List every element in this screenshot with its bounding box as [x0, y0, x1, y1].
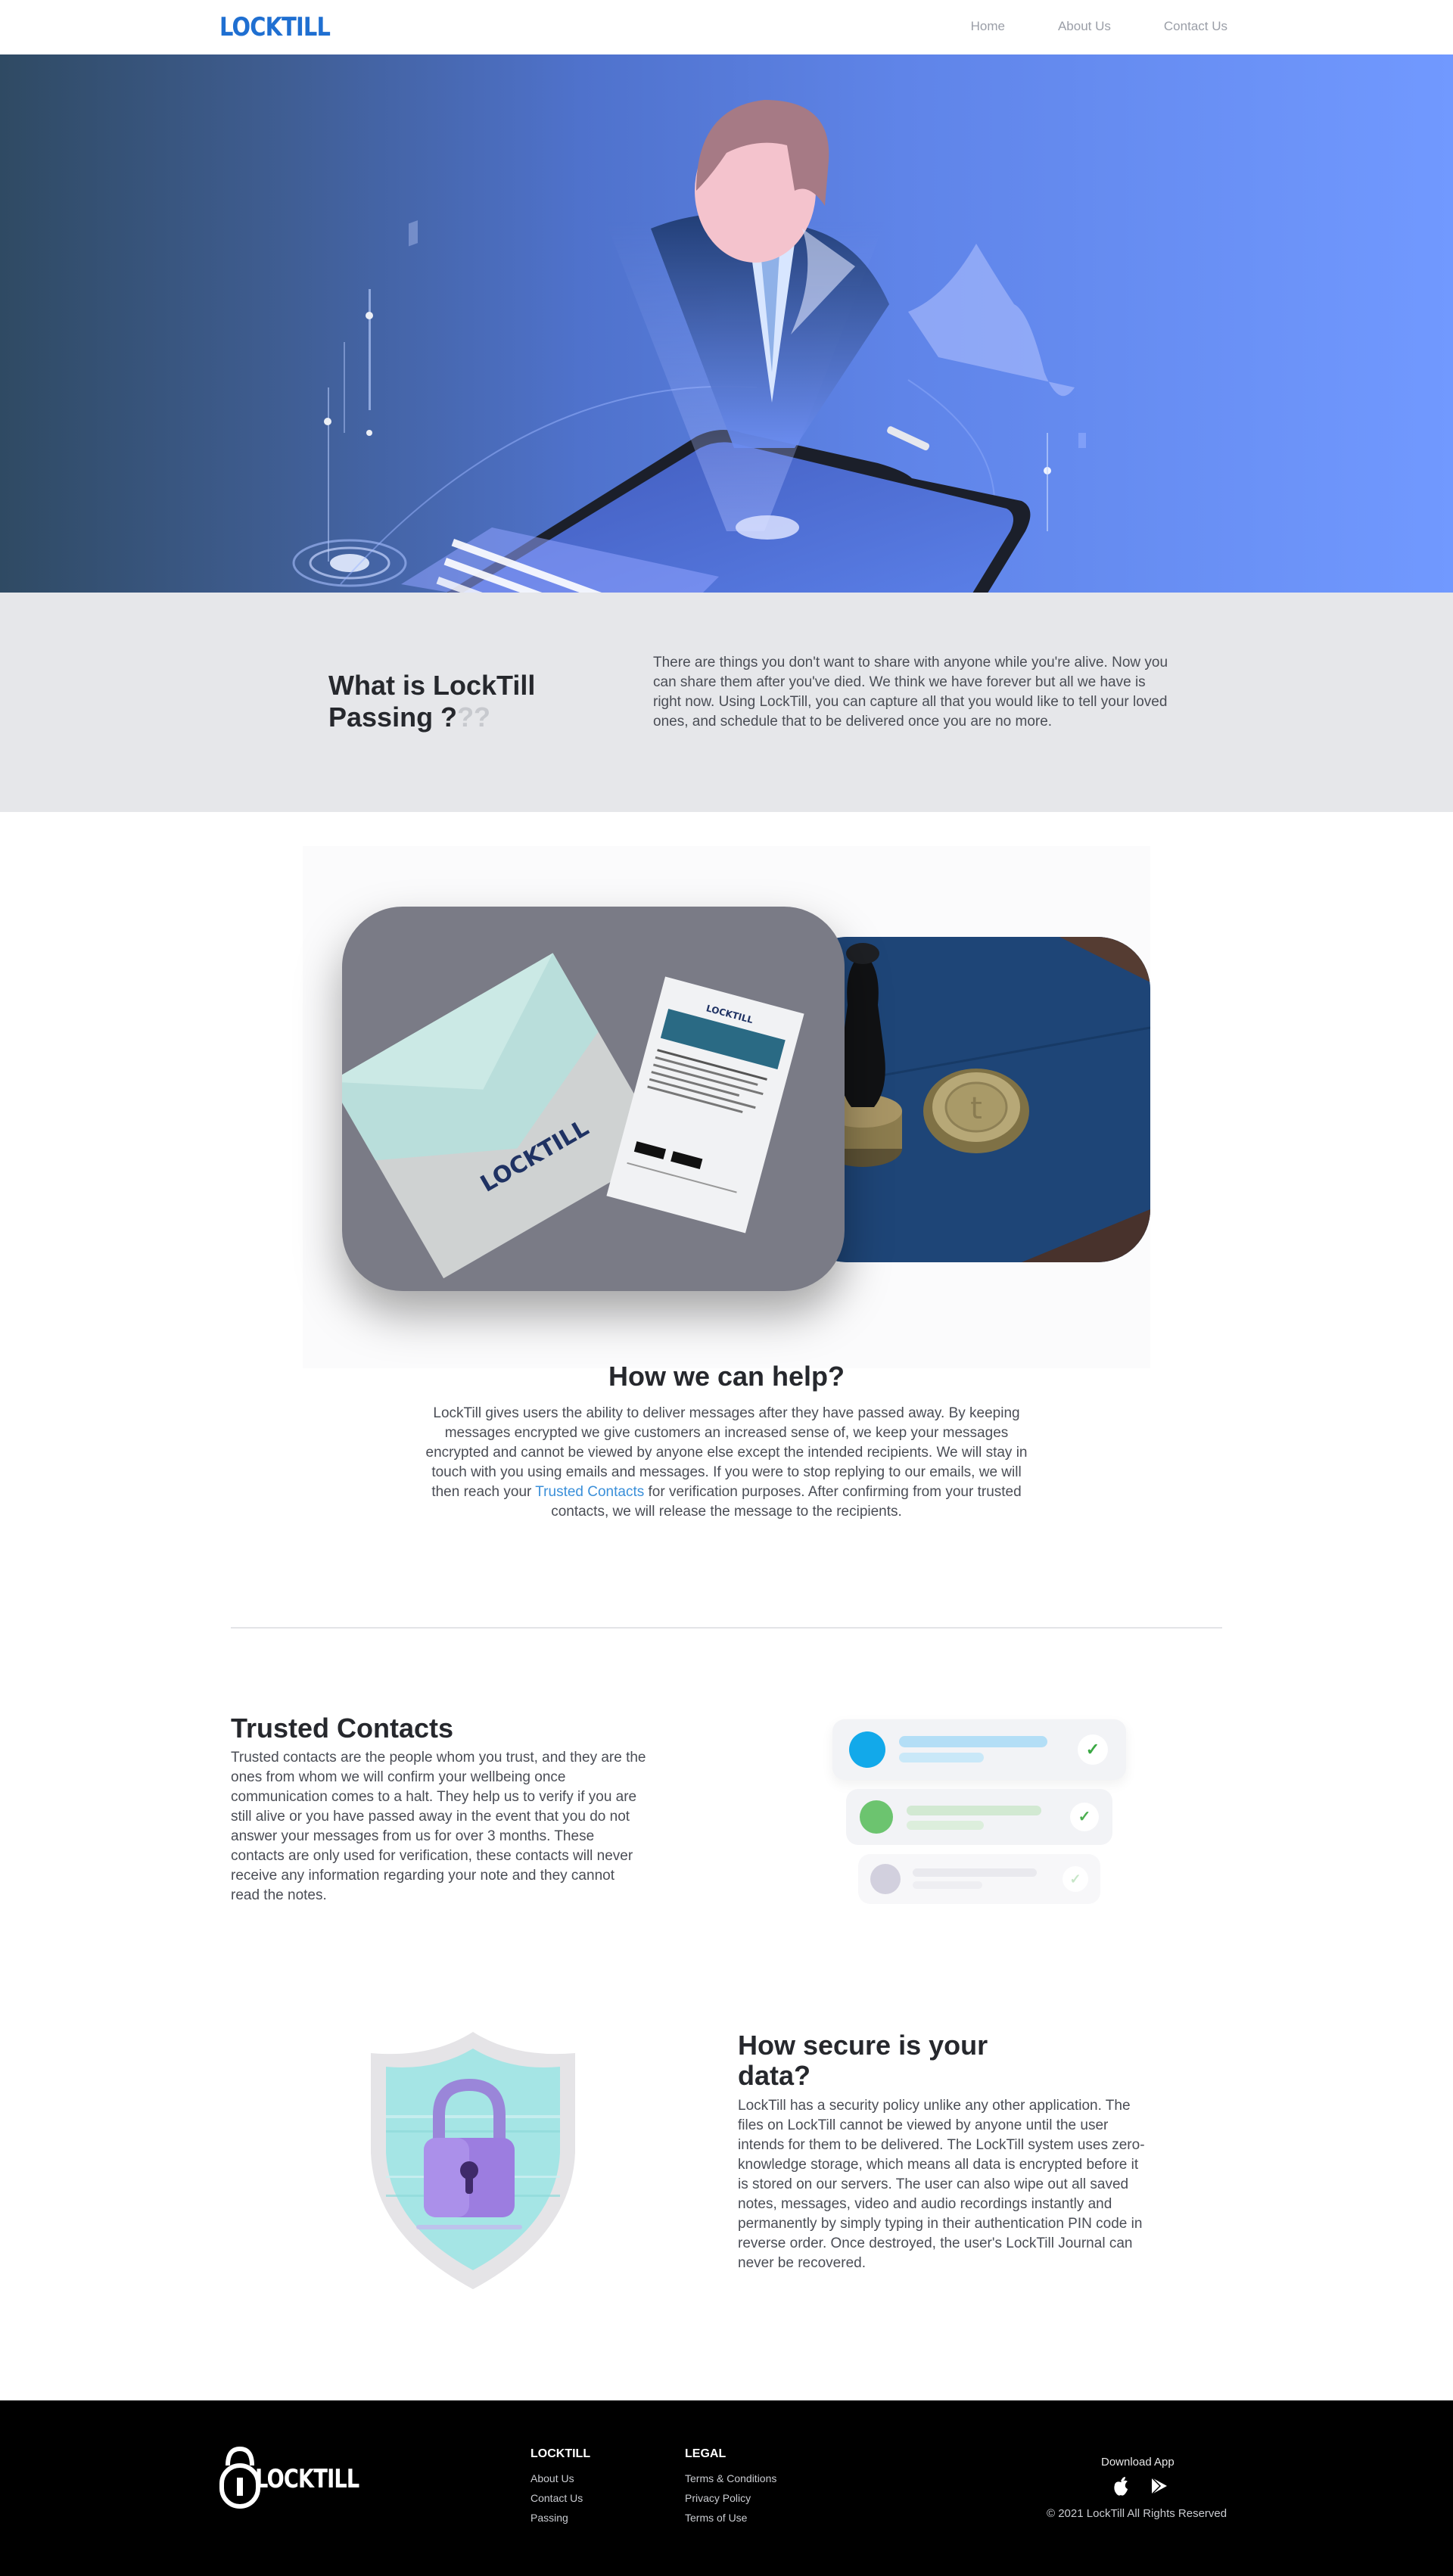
footer-link-terms-conditions[interactable]: Terms & Conditions: [685, 2469, 776, 2488]
footer-column-legal: LEGAL Terms & Conditions Privacy Policy …: [685, 2446, 776, 2528]
wax-seal-photo: t: [795, 937, 1150, 1262]
secure-title: How secure is your data?: [738, 2030, 988, 2091]
contact-name-bar: [899, 1736, 1047, 1747]
wax-seal: t: [923, 1069, 1029, 1153]
download-app-label: Download App: [1101, 2456, 1175, 2469]
wax-seal-artwork: t: [795, 937, 1150, 1262]
secure-description: LockTill has a security policy unlike an…: [738, 2098, 1145, 2271]
envelope-photo: LOCKTILL LOCKTILL: [342, 907, 845, 1291]
hero-illustration: [0, 54, 1453, 593]
shield-lock-icon: [371, 2032, 575, 2289]
what-is-title-main: What is LockTill Passing ?: [328, 670, 536, 733]
apple-icon[interactable]: [1109, 2475, 1132, 2497]
contact-avatar: [849, 1731, 885, 1768]
nav-link-home[interactable]: Home: [971, 17, 1005, 36]
contact-avatar: [870, 1864, 901, 1894]
brand-logo[interactable]: LOCKTILL: [219, 12, 331, 42]
what-is-title-fade: ??: [457, 702, 491, 733]
footer-heading-legal: LEGAL: [685, 2447, 726, 2460]
footer-link-about[interactable]: About Us: [530, 2469, 590, 2488]
contact-detail-bar: [907, 1821, 984, 1830]
hologram-pad: [292, 539, 407, 587]
check-icon: ✓: [1078, 1734, 1108, 1765]
footer-heading-locktill: LOCKTILL: [530, 2447, 591, 2460]
footer-link-contact[interactable]: Contact Us: [530, 2488, 590, 2508]
footer-logo-text: LOCKTILL: [255, 2464, 359, 2494]
what-is-section: What is LockTill Passing ??? There are t…: [0, 593, 1453, 812]
contact-card: ✓: [832, 1719, 1126, 1780]
footer-logo[interactable]: LOCKTILL: [217, 2443, 359, 2518]
shield-lock-illustration: [356, 2032, 590, 2289]
check-icon: ✓: [1070, 1803, 1099, 1831]
svg-text:t: t: [970, 1091, 982, 1126]
top-navigation: LOCKTILL Home About Us Contact Us: [0, 0, 1453, 54]
contact-detail-bar: [913, 1881, 982, 1889]
footer-link-privacy-policy[interactable]: Privacy Policy: [685, 2488, 776, 2508]
hero-artwork: [292, 100, 1086, 593]
check-icon: ✓: [1063, 1866, 1088, 1892]
footer-link-passing[interactable]: Passing: [530, 2508, 590, 2528]
contact-detail-bar: [899, 1753, 984, 1762]
footer-column-locktill: LOCKTILL About Us Contact Us Passing: [530, 2446, 590, 2528]
footer: LOCKTILL LOCKTILL About Us Contact Us Pa…: [0, 2400, 1453, 2576]
section-divider: [231, 1627, 1222, 1629]
trusted-contacts-link[interactable]: Trusted Contacts: [535, 1484, 644, 1500]
product-collage: t LOCKTILL LOCKTILL: [303, 846, 1150, 1368]
trusted-title: Trusted Contacts: [231, 1713, 454, 1744]
trusted-description: Trusted contacts are the people whom you…: [231, 1750, 646, 1903]
nav-link-about[interactable]: About Us: [1058, 17, 1111, 36]
contact-avatar: [860, 1800, 893, 1834]
contact-name-bar: [913, 1868, 1037, 1877]
what-is-title: What is LockTill Passing ???: [328, 670, 586, 733]
contact-name-bar: [907, 1806, 1041, 1815]
footer-link-terms-of-use[interactable]: Terms of Use: [685, 2508, 776, 2528]
nav-link-contact[interactable]: Contact Us: [1164, 17, 1227, 36]
contact-card: ✓: [846, 1789, 1112, 1845]
help-title: How we can help?: [608, 1361, 845, 1392]
envelope-artwork: LOCKTILL LOCKTILL: [342, 953, 804, 1279]
copyright-text: © 2021 LockTill All Rights Reserved: [1047, 2507, 1227, 2520]
help-description: LockTill gives users the ability to deli…: [424, 1404, 1029, 1522]
trusted-contacts-illustration: ✓ ✓ ✓: [832, 1719, 1135, 1909]
what-is-description: There are things you don't want to share…: [653, 655, 1168, 730]
contact-card: ✓: [858, 1854, 1100, 1904]
google-play-icon[interactable]: [1147, 2475, 1170, 2497]
nav-links: Home About Us Contact Us: [971, 17, 1227, 36]
